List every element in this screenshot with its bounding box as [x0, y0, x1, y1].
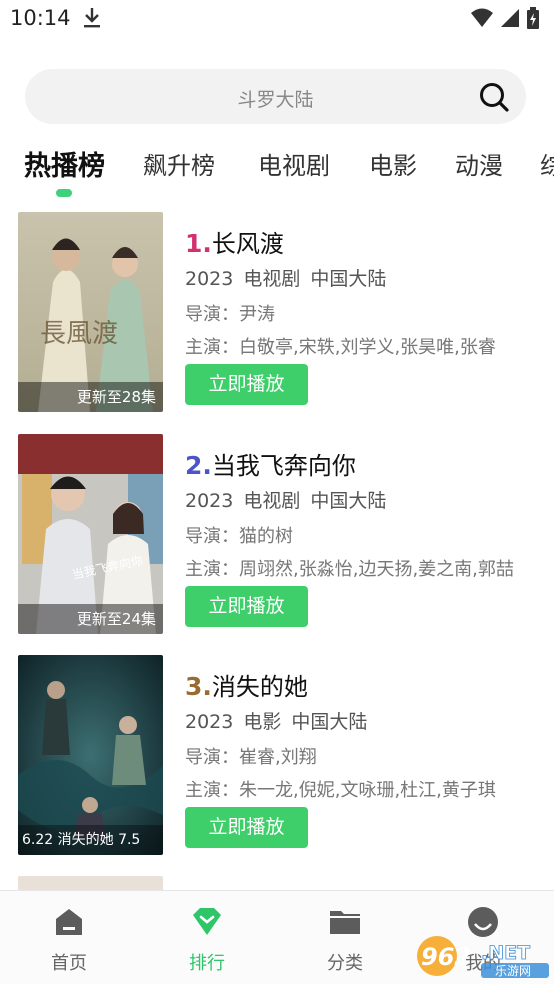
tab-rising[interactable]: 飙升榜 [143, 146, 215, 181]
item-meta: 2023 电视剧 中国大陆 [185, 268, 387, 290]
item-title: 1.长风渡 [185, 224, 284, 259]
svg-text:乐游网: 乐游网 [495, 964, 531, 978]
wifi-icon [471, 8, 493, 27]
nav-ranking[interactable]: 排行 [162, 905, 252, 975]
category-tabs: 热播榜 飙升榜 电视剧 电影 动漫 综 [0, 140, 554, 200]
next-poster-peek [18, 876, 163, 890]
poster-image[interactable]: 長風渡 更新至28集 [18, 212, 163, 412]
nav-category-label: 分类 [327, 953, 363, 974]
tab-hot[interactable]: 热播榜 [24, 144, 105, 183]
item-meta: 2023 电影 中国大陆 [185, 711, 368, 733]
rank-number: 1. [185, 229, 212, 258]
title-text: 当我飞奔向你 [211, 452, 356, 480]
poster-image[interactable]: 当我飞奔向你 更新至24集 [18, 434, 163, 634]
status-time: 10:14 [10, 6, 71, 30]
poster-caption: 6.22 消失的她 7.5 [18, 825, 163, 855]
item-meta: 2023 电视剧 中国大陆 [185, 490, 387, 512]
list-item[interactable]: 6.22 消失的她 7.5 3.消失的她 2023 电影 中国大陆 导演：崔睿,… [0, 655, 554, 857]
play-button[interactable]: 立即播放 [185, 364, 308, 405]
item-director: 导演：崔睿,刘翔 [185, 747, 317, 768]
item-director: 导演：猫的树 [185, 526, 293, 547]
tab-anime[interactable]: 动漫 [455, 146, 503, 181]
play-button[interactable]: 立即播放 [185, 807, 308, 848]
title-text: 消失的她 [211, 673, 308, 701]
folder-icon [330, 911, 360, 934]
nav-category[interactable]: 分类 [300, 905, 390, 975]
svg-text:962: 962 [421, 943, 471, 971]
list-item[interactable]: 長風渡 更新至28集 1.长风渡 2023 电视剧 中国大陆 导演：尹涛 主演：… [0, 212, 554, 414]
list-item[interactable]: 当我飞奔向你 更新至24集 2.当我飞奔向你 2023 电视剧 中国大陆 导演：… [0, 434, 554, 636]
item-cast: 主演：周翊然,张淼怡,边天扬,姜之南,郭喆 [185, 559, 514, 580]
rank-number: 3. [185, 672, 212, 701]
site-watermark-logo: 962 .NET 乐游网 [415, 934, 551, 980]
tab-variety[interactable]: 综 [540, 146, 554, 181]
search-placeholder: 斗罗大陆 [237, 89, 314, 111]
download-icon [82, 6, 102, 34]
tab-movie[interactable]: 电影 [369, 146, 417, 181]
title-text: 长风渡 [211, 230, 284, 258]
svg-text:.NET: .NET [481, 942, 530, 964]
ranking-icon [193, 908, 221, 935]
nav-home[interactable]: 首页 [24, 905, 114, 975]
item-title: 3.消失的她 [185, 667, 308, 702]
poster-image[interactable]: 6.22 消失的她 7.5 [18, 655, 163, 855]
rank-number: 2. [185, 451, 212, 480]
item-cast: 主演：朱一龙,倪妮,文咏珊,杜江,黄子琪 [185, 780, 496, 801]
battery-icon [527, 7, 539, 29]
status-icons [470, 7, 540, 29]
svg-text:長風渡: 長風渡 [40, 319, 118, 349]
home-icon [56, 909, 82, 935]
item-director: 导演：尹涛 [185, 304, 275, 325]
episode-badge: 更新至28集 [18, 382, 163, 412]
nav-ranking-label: 排行 [189, 953, 225, 974]
status-bar: 10:14 [0, 0, 554, 40]
signal-icon [501, 9, 519, 27]
tab-indicator [56, 189, 72, 197]
play-button[interactable]: 立即播放 [185, 586, 308, 627]
tab-tv[interactable]: 电视剧 [258, 146, 330, 181]
search-icon[interactable] [478, 81, 510, 113]
nav-home-label: 首页 [51, 953, 87, 974]
search-bar[interactable]: 斗罗大陆 [25, 69, 526, 124]
item-cast: 主演：白敬亭,宋轶,刘学义,张昊唯,张睿 [185, 337, 496, 358]
episode-badge: 更新至24集 [18, 604, 163, 634]
item-title: 2.当我飞奔向你 [185, 446, 356, 481]
